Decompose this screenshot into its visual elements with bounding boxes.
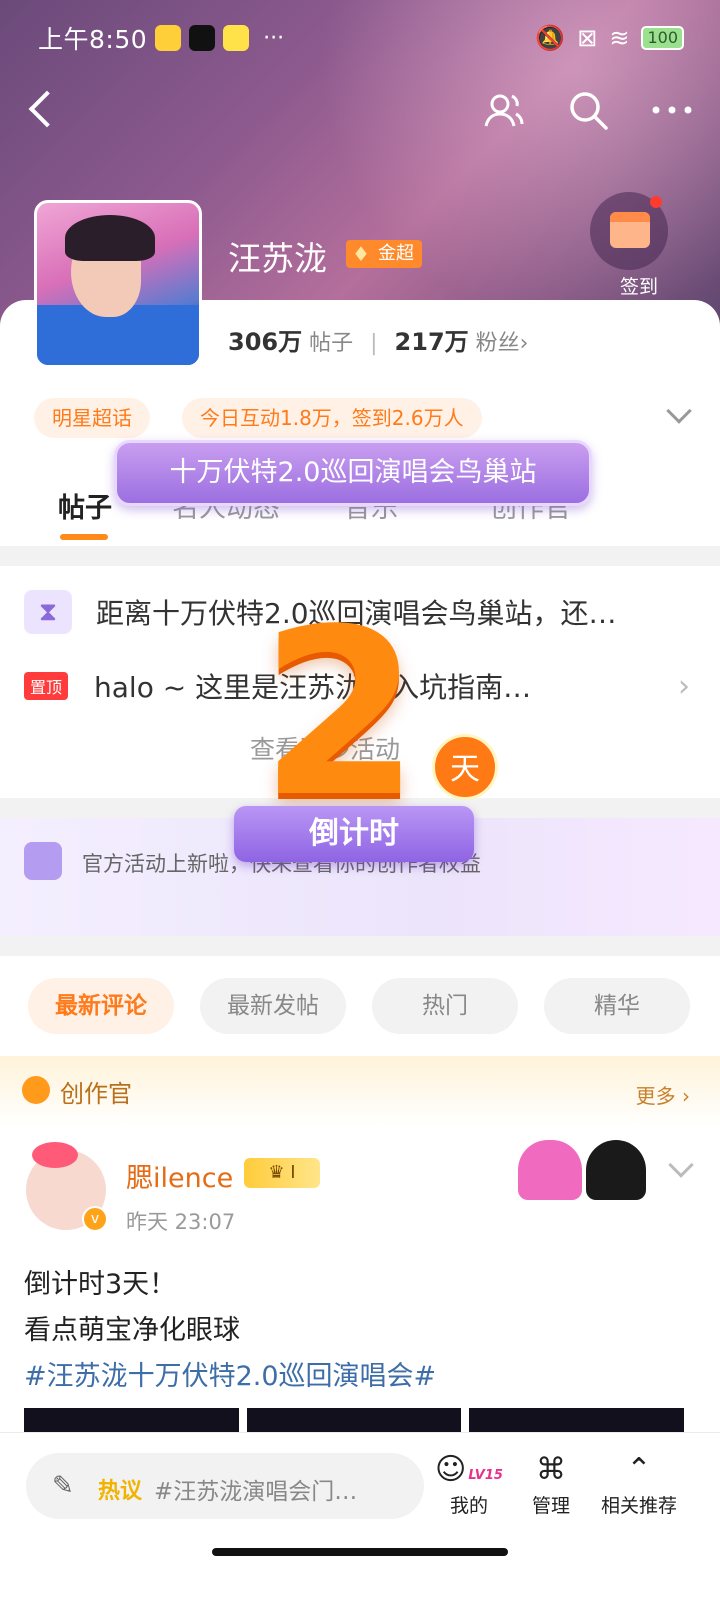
countdown-unit: 天 (432, 734, 498, 800)
verified-icon: v (82, 1206, 108, 1232)
search-icon[interactable] (566, 88, 610, 132)
post-line-1: 倒计时3天！ (24, 1269, 177, 1300)
wifi-icon: ≋ (609, 24, 630, 52)
more-link[interactable]: 更多 › (636, 1080, 690, 1109)
post-hashtag[interactable]: #汪苏泷十万伏特2.0巡回演唱会# (24, 1354, 436, 1400)
post-body[interactable]: 倒计时3天！ 看点萌宝净化眼球 #汪苏泷十万伏特2.0巡回演唱会# (24, 1262, 436, 1400)
chevron-right-icon: › (678, 668, 690, 704)
crown-level-badge: ♛ I (244, 1158, 320, 1188)
signin-label: 签到 (619, 276, 658, 298)
notification-dot (650, 196, 662, 208)
chevron-up-circle-icon: ⌃ (626, 1452, 652, 1487)
filter-latest-posts[interactable]: 最新发帖 (200, 978, 346, 1034)
active-tab-indicator (60, 534, 108, 540)
creator-label: 创作官 (60, 1080, 132, 1108)
user-icon: ☺ (435, 1452, 467, 1487)
capcut-app-icon (189, 25, 216, 51)
nav-mine[interactable]: ☺ LV15 我的 (424, 1449, 514, 1518)
fans-label: 粉丝 (475, 331, 520, 356)
hourglass-icon: ⧗ (24, 590, 72, 634)
back-icon[interactable] (24, 88, 64, 136)
weibo-app-icon (155, 25, 182, 51)
creator-bar: 创作官 更多 › (0, 1056, 720, 1126)
battery-icon: 100 (641, 26, 684, 50)
concert-button[interactable]: 十万伏特2.0巡回演唱会鸟巢站 (114, 440, 592, 506)
tab-posts[interactable]: 帖子 (58, 486, 112, 525)
countdown-number: 2 (260, 581, 421, 848)
home-indicator[interactable] (212, 1548, 508, 1556)
edit-badge-icon (24, 842, 62, 880)
mute-icon: 🔕 (535, 24, 566, 52)
gold-super-badge[interactable]: 金超 (346, 240, 422, 268)
pinned-badge: 置顶 (24, 672, 69, 700)
sim-icon: ⊠ (577, 24, 598, 52)
star-topic-tag[interactable]: 明星超话 (34, 398, 150, 438)
posts-count: 306万 (228, 328, 303, 356)
nav-mine-label: 我的 (449, 1495, 488, 1517)
topic-avatar[interactable] (34, 200, 202, 368)
level-badge: LV15 (468, 1468, 503, 1483)
nav-manage-label: 管理 (531, 1495, 570, 1517)
topic-name: 汪苏泷 (228, 239, 327, 278)
post-line-2: 看点萌宝净化眼球 (24, 1315, 240, 1346)
hot-topic-input[interactable]: ✎ 热议 #汪苏泷演唱会门… (26, 1453, 424, 1519)
post-time: 昨天 23:07 (126, 1210, 236, 1234)
top-bar (24, 88, 694, 136)
filter-hot[interactable]: 热门 (372, 978, 518, 1034)
signin-button[interactable] (590, 192, 668, 270)
medal-icon (22, 1076, 50, 1104)
posts-label: 帖子 (309, 331, 354, 356)
feed-section: 创作官 更多 › v 腮ilence ♛ I 昨天 23:07 倒计时3天！ 看… (0, 1056, 720, 1438)
status-time: 上午8:50 (38, 25, 148, 54)
post-user-avatar[interactable]: v (26, 1142, 108, 1232)
post-user-name[interactable]: 腮ilence (126, 1156, 233, 1195)
group-chat-icon[interactable] (482, 88, 526, 132)
more-icon[interactable] (650, 88, 694, 132)
nav-manage[interactable]: ⌘ 管理 (506, 1449, 596, 1518)
calendar-icon (610, 212, 650, 248)
pen-icon: ✎ (52, 1471, 74, 1501)
fans-count: 217万 (394, 328, 469, 356)
nav-related[interactable]: ⌃ 相关推荐 (594, 1449, 684, 1518)
status-bar: 上午8:50 ··· 🔕 ⊠ ≋ 100 (38, 20, 684, 56)
filter-featured[interactable]: 精华 (544, 978, 690, 1034)
hot-label: 热议 (98, 1479, 143, 1504)
filter-bar: 最新评论 最新发帖 热门 精华 (0, 956, 720, 1056)
more-notifications-icon: ··· (263, 25, 285, 51)
topic-stats[interactable]: 306万 帖子 | 217万 粉丝› (228, 322, 528, 357)
activity-tag[interactable]: 今日互动1.8万，签到2.6万人 (182, 398, 482, 438)
countdown-ribbon: 倒计时 (234, 806, 474, 862)
bottom-bar: ✎ 热议 #汪苏泷演唱会门… ☺ LV15 我的 ⌘ 管理 ⌃ 相关推荐 (0, 1432, 720, 1600)
countdown-popup[interactable]: 2 天 倒计时 (200, 600, 510, 890)
filter-latest-comments[interactable]: 最新评论 (28, 978, 174, 1034)
sticker-decoration (518, 1134, 646, 1200)
chevron-down-icon[interactable] (668, 1152, 694, 1178)
hot-query: #汪苏泷演唱会门… (154, 1479, 358, 1505)
manage-icon: ⌘ (536, 1452, 566, 1487)
game-app-icon (223, 25, 250, 51)
nav-related-label: 相关推荐 (600, 1495, 677, 1517)
